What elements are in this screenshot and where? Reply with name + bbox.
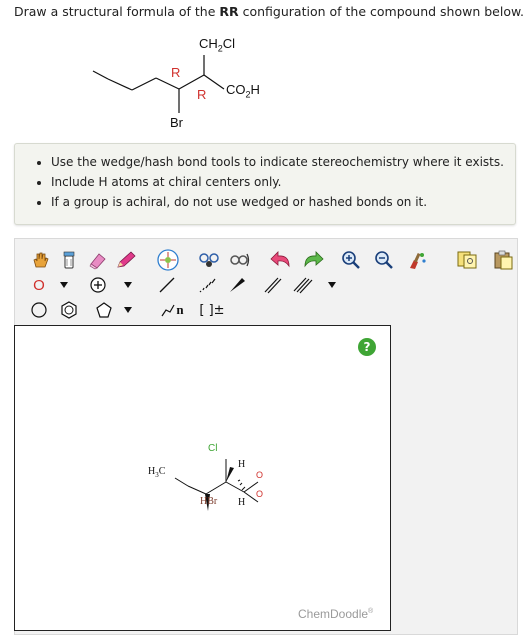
canvas-bond [174, 477, 189, 487]
canvas-wedge-bond [226, 467, 234, 482]
canvas-atom-cl: Cl [208, 443, 218, 454]
canvas-bond [187, 485, 207, 495]
canvas-molecule [174, 459, 259, 511]
canvas-hash-bond [237, 479, 241, 482]
canvas-atom-h3c: H3C [148, 466, 166, 479]
canvas-atom-h: H [238, 459, 246, 470]
canvas-atom-hbr: HBr [200, 496, 218, 507]
chemdoodle-brand: ChemDoodle® [298, 607, 374, 621]
canvas-atom-o: O [256, 489, 264, 499]
canvas-hash-bond [239, 482, 243, 486]
canvas-hash-bond [241, 486, 246, 491]
canvas-bond [205, 481, 227, 495]
canvas-atom-o: O [256, 470, 264, 480]
canvas-atom-h: H [238, 497, 246, 508]
